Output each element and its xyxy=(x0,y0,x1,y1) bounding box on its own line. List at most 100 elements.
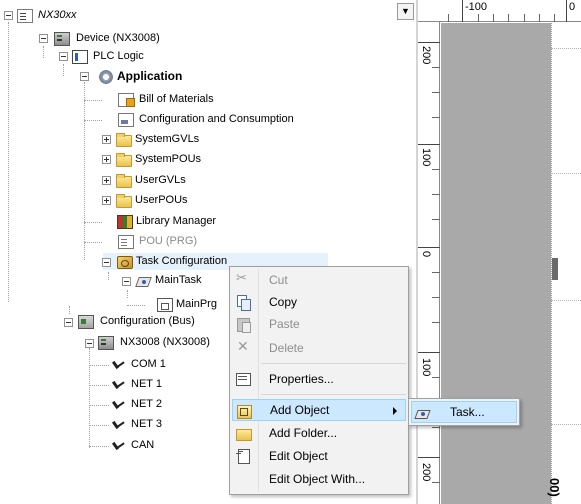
tree-item-system-pous[interactable]: SystemPOUs xyxy=(116,151,201,168)
task-icon xyxy=(136,274,152,288)
tree-item-library-manager[interactable]: Library Manager xyxy=(116,213,216,230)
tree-item-bill-of-materials[interactable]: Bill of Materials xyxy=(116,91,214,108)
tree-item-net2[interactable]: NET 2 xyxy=(112,396,162,413)
tree-item-label: NET 2 xyxy=(131,398,162,410)
ruler-tick xyxy=(493,14,494,22)
menu-item-edit-object-with[interactable]: Edit Object With... xyxy=(232,468,406,490)
tree-item-com1[interactable]: COM 1 xyxy=(112,356,166,373)
tree-guide-line xyxy=(89,365,109,366)
submenu-arrow-icon xyxy=(393,407,397,415)
menu-separator xyxy=(261,363,406,364)
ruler-label: 0 xyxy=(569,1,576,13)
folder-icon xyxy=(116,173,132,188)
tree-item-label: Task Configuration xyxy=(136,255,228,267)
tree-item-main-prg[interactable]: MainPrg xyxy=(156,296,217,313)
ruler-label: 200 xyxy=(420,463,432,482)
tree-item-nx3008[interactable]: NX3008 (NX3008) xyxy=(96,334,210,351)
tree-item-configuration-bus[interactable]: Configuration (Bus) xyxy=(76,313,195,330)
ruler-tick xyxy=(432,297,440,298)
copy-icon xyxy=(235,294,251,311)
tree-item-label: MainPrg xyxy=(176,298,217,310)
menu-item-label: Paste xyxy=(269,317,300,331)
tree-item-can[interactable]: CAN xyxy=(112,437,154,454)
grid-line xyxy=(551,300,581,301)
layout-canvas[interactable]: -100 0 200 100 0 100 200 00) xyxy=(418,0,581,504)
folder-icon xyxy=(235,425,252,441)
collapse-toggle[interactable] xyxy=(122,277,131,286)
tree-guide-line xyxy=(69,306,70,314)
tree-item-main-task[interactable]: MainTask xyxy=(136,272,201,289)
tree-item-device[interactable]: Device (NX3008) xyxy=(52,30,160,47)
ruler-tick xyxy=(508,14,509,22)
tree-item-project[interactable]: NX30xx xyxy=(15,7,77,24)
ruler-label: 0 xyxy=(420,251,432,258)
collapse-toggle[interactable] xyxy=(39,34,48,43)
ruler-tick xyxy=(418,144,440,145)
grid-line xyxy=(551,173,581,174)
tree-item-task-configuration[interactable]: Task Configuration xyxy=(116,253,227,270)
expand-toggle[interactable] xyxy=(102,196,111,205)
collapse-toggle[interactable] xyxy=(4,11,13,20)
menu-item-copy[interactable]: Copy xyxy=(232,291,406,313)
canvas-gray-area xyxy=(441,23,551,504)
tree-item-label: MainTask xyxy=(155,274,202,286)
pou-document-icon xyxy=(118,234,134,249)
expand-toggle[interactable] xyxy=(102,155,111,164)
library-books-icon xyxy=(117,214,133,229)
submenu-item-task[interactable]: Task... xyxy=(411,401,517,423)
tree-item-net1[interactable]: NET 1 xyxy=(112,376,162,393)
collapse-toggle[interactable] xyxy=(64,318,73,327)
grid-line xyxy=(551,424,581,425)
port-icon xyxy=(112,398,128,412)
menu-item-cut[interactable]: Cut xyxy=(232,269,406,291)
tree-item-label: UserPOUs xyxy=(135,194,188,206)
tree-item-label: Application xyxy=(117,69,183,83)
collapse-toggle[interactable] xyxy=(102,258,111,267)
tree-item-user-pous[interactable]: UserPOUs xyxy=(116,192,188,209)
ruler-label: 200 xyxy=(420,46,432,65)
grid-line xyxy=(551,48,581,49)
device-icon xyxy=(98,335,114,350)
tree-guide-line xyxy=(84,100,102,101)
collapse-toggle[interactable] xyxy=(59,52,68,61)
expand-toggle[interactable] xyxy=(102,135,111,144)
tree-dropdown-button[interactable]: ▼ xyxy=(397,3,414,20)
menu-item-add-folder[interactable]: Add Folder... xyxy=(232,422,406,444)
tree-item-application[interactable]: Application xyxy=(98,68,182,85)
ruler-horizontal: -100 0 xyxy=(418,0,581,22)
menu-item-delete[interactable]: Delete xyxy=(232,337,406,359)
menu-item-add-object[interactable]: Add Object xyxy=(232,399,406,421)
tree-item-label: UserGVLs xyxy=(135,174,186,186)
tree-item-label: POU (PRG) xyxy=(139,235,198,247)
ruler-tick xyxy=(554,14,555,22)
tree-item-label: Bill of Materials xyxy=(139,93,214,105)
bill-of-materials-icon xyxy=(118,92,135,107)
menu-item-label: Properties... xyxy=(269,372,334,386)
menu-item-properties[interactable]: Properties... xyxy=(232,368,406,390)
ruler-tick xyxy=(462,0,463,22)
tree-item-label: Configuration and Consumption xyxy=(139,113,294,125)
menu-item-edit-object[interactable]: Edit Object xyxy=(232,445,406,467)
tree-item-pou-prg[interactable]: POU (PRG) xyxy=(116,233,197,250)
device-icon xyxy=(54,31,70,46)
tree-item-label: NET 3 xyxy=(131,418,162,430)
tree-item-user-gvls[interactable]: UserGVLs xyxy=(116,172,186,189)
tree-item-plc-logic[interactable]: PLC Logic xyxy=(70,48,144,65)
tree-item-label: PLC Logic xyxy=(93,50,144,62)
ruler-tick xyxy=(432,427,440,428)
menu-item-paste[interactable]: Paste xyxy=(232,313,406,335)
task-icon xyxy=(415,405,431,421)
ruler-tick xyxy=(432,194,440,195)
collapse-toggle[interactable] xyxy=(85,339,94,348)
port-icon xyxy=(112,418,128,432)
tree-item-net3[interactable]: NET 3 xyxy=(112,416,162,433)
tree-item-system-gvls[interactable]: SystemGVLs xyxy=(116,131,199,148)
tree-item-label: NX30xx xyxy=(38,9,77,21)
configuration-icon xyxy=(118,112,134,127)
tree-guide-line xyxy=(127,305,145,306)
expand-toggle[interactable] xyxy=(102,176,111,185)
ruler-tick xyxy=(432,482,440,483)
tree-item-label: Library Manager xyxy=(136,215,217,227)
collapse-toggle[interactable] xyxy=(80,72,89,81)
tree-item-configuration-consumption[interactable]: Configuration and Consumption xyxy=(116,111,294,128)
